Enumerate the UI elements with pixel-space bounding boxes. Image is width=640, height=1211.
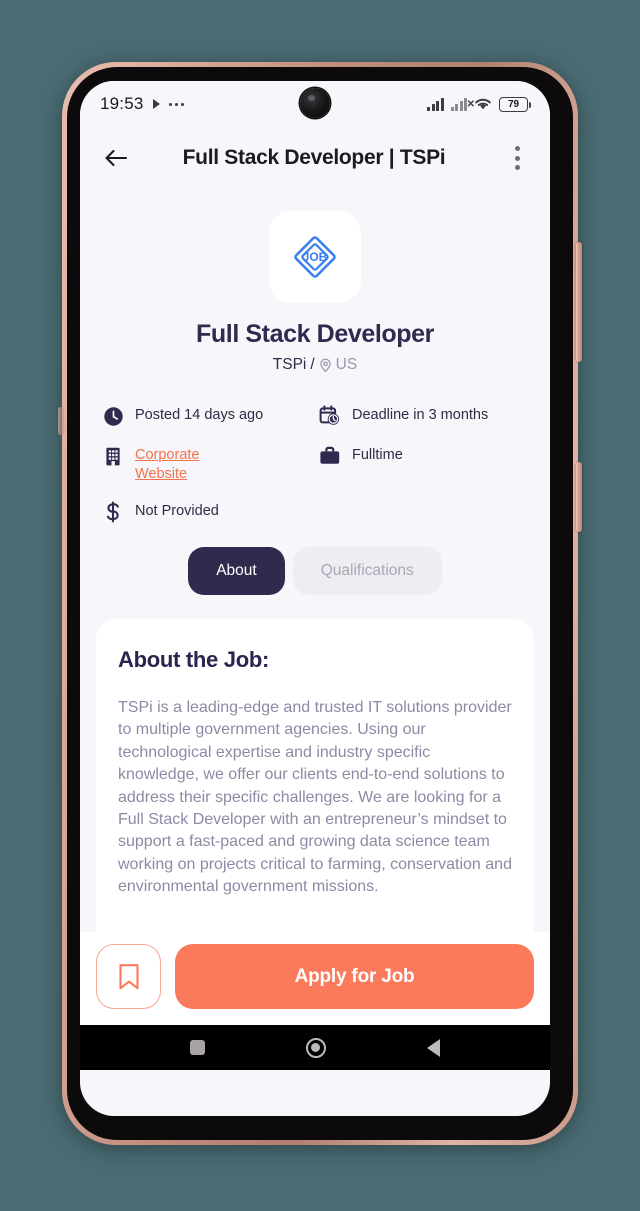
more-horizontal-icon: [168, 102, 184, 106]
about-heading: About the Job:: [118, 647, 269, 673]
job-location: US: [335, 356, 358, 373]
meta-posted-text: Posted 14 days ago: [135, 407, 264, 423]
location-pin-icon: [319, 358, 331, 372]
job-subtitle: TSPi / US: [80, 356, 550, 374]
volume-button[interactable]: [576, 242, 582, 362]
battery-level: 79: [508, 98, 519, 110]
meta-deadline: Deadline in 3 months: [319, 404, 528, 427]
section-tabs: About Qualifications: [80, 547, 550, 596]
meta-posted: Posted 14 days ago: [102, 404, 311, 427]
power-button[interactable]: [576, 462, 582, 532]
job-title: Full Stack Developer: [196, 320, 434, 348]
briefcase-icon: [319, 445, 341, 467]
page-title: Full Stack Developer | TSPi: [182, 146, 446, 169]
meta-salary: Not Provided: [102, 500, 311, 523]
tab-qualifications[interactable]: Qualifications: [292, 547, 442, 596]
kebab-menu-icon: [514, 146, 520, 151]
status-time: 19:53: [100, 94, 144, 113]
subtitle-separator: /: [310, 356, 315, 373]
meta-employment-type-text: Fulltime: [352, 447, 403, 463]
android-nav-bar: [80, 1025, 550, 1070]
save-job-button[interactable]: [96, 944, 161, 1009]
company-logo: JOB: [269, 211, 361, 303]
status-bar-right: ✕ 79: [427, 96, 531, 112]
status-bar: 19:53 ✕ 79: [80, 81, 550, 127]
job-diamond-logo-icon: JOB: [294, 236, 336, 278]
apply-for-job-button[interactable]: Apply for Job: [175, 944, 534, 1009]
overflow-menu-button[interactable]: [502, 141, 532, 175]
meta-website: Corporate Website: [102, 444, 311, 483]
front-camera: [300, 88, 330, 118]
meta-employment-type: Fulltime: [319, 444, 528, 483]
sim-tray: [58, 407, 63, 435]
bookmark-icon: [118, 963, 139, 989]
wifi-icon: [475, 98, 491, 110]
job-detail-content: JOB Full Stack Developer TSPi / US Poste…: [80, 189, 550, 1025]
corporate-website-link[interactable]: Corporate Website: [135, 444, 227, 483]
app-bar: Full Stack Developer | TSPi: [80, 127, 550, 189]
battery-icon: 79: [499, 96, 531, 112]
job-meta-grid: Posted 14 days ago Deadline in 3 months …: [102, 404, 528, 523]
svg-text:JOB: JOB: [303, 250, 328, 264]
home-icon[interactable]: [305, 1037, 326, 1058]
cellular-signal-icon: [427, 97, 444, 111]
calendar-clock-icon: [319, 405, 341, 427]
phone-screen: 19:53 ✕ 79 Full Stack Developer | TSPi J…: [80, 81, 550, 1116]
clock-icon: [102, 405, 124, 427]
phone-frame: 19:53 ✕ 79 Full Stack Developer | TSPi J…: [58, 62, 582, 1145]
cellular-signal-no-service-icon: ✕: [450, 97, 475, 111]
meta-deadline-text: Deadline in 3 months: [352, 407, 489, 423]
building-icon: [102, 445, 124, 467]
back-arrow-icon: [104, 149, 127, 167]
play-icon: [152, 99, 160, 109]
action-bar: Apply for Job: [80, 932, 550, 1025]
recent-apps-icon[interactable]: [190, 1040, 206, 1055]
tab-about[interactable]: About: [188, 547, 285, 596]
status-bar-left: 19:53: [100, 94, 184, 114]
back-triangle-icon[interactable]: [426, 1038, 440, 1057]
meta-salary-text: Not Provided: [135, 503, 219, 520]
dollar-icon: [102, 501, 124, 523]
company-name: TSPi: [272, 356, 307, 373]
about-description: TSPi is a leading-edge and trusted IT so…: [118, 699, 512, 896]
